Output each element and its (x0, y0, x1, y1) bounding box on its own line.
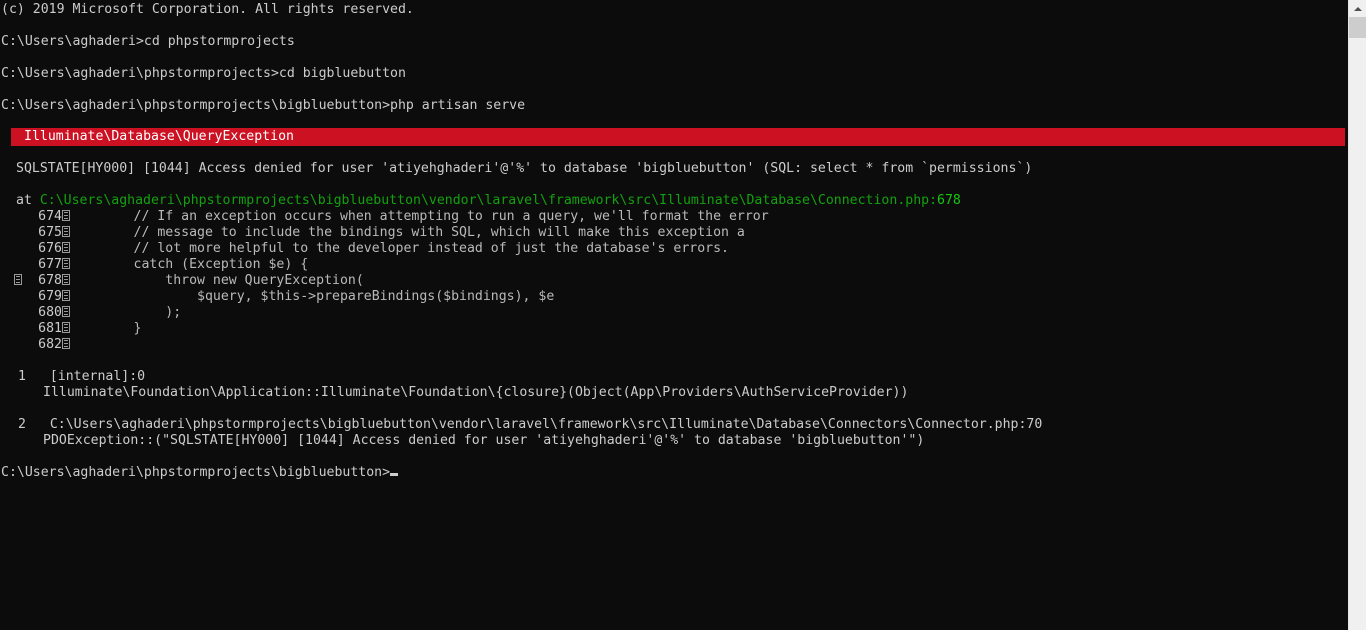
missing-glyph-box-icon (62, 258, 70, 269)
text-cursor (390, 473, 399, 476)
command-text-2: cd bigbluebutton (278, 66, 406, 81)
stack-frame-index: 2 (18, 417, 26, 432)
exception-at-line: at C:\Users\aghaderi\phpstormprojects\bi… (16, 193, 961, 209)
code-line-number: 681 (38, 321, 62, 336)
missing-glyph-box-icon (62, 322, 70, 333)
active-prompt-line[interactable]: C:\Users\aghaderi\phpstormprojects\bigbl… (0, 465, 399, 481)
exception-banner: Illuminate\Database\QueryException (11, 128, 1345, 146)
stack-frame-2-detail: PDOException::("SQLSTATE[HY000] [1044] A… (43, 433, 925, 448)
copyright-line: (c) 2019 Microsoft Corporation. All righ… (1, 2, 414, 17)
active-prompt-text: C:\Users\aghaderi\phpstormprojects\bigbl… (1, 465, 391, 480)
current-line-marker-icon (14, 273, 22, 289)
vertical-scrollbar[interactable] (1348, 0, 1366, 630)
chevron-up-icon (1354, 6, 1362, 11)
code-row-676: 676 // lot more helpful to the developer… (0, 241, 729, 257)
code-row-674: 674 // If an exception occurs when attem… (0, 209, 769, 225)
stack-frame-index: 1 (18, 369, 26, 384)
code-line-number: 676 (38, 241, 62, 256)
prompt-1: C:\Users\aghaderi> (1, 34, 144, 49)
code-row-678-highlighted: 678 throw new QueryException( (0, 273, 364, 289)
code-line-text: $query, $this->prepareBindings($bindings… (70, 289, 555, 304)
at-line-separator: : (929, 193, 938, 208)
code-line-number: 677 (38, 257, 62, 272)
code-line-number: 680 (38, 305, 62, 320)
stack-frame-2: 2 C:\Users\aghaderi\phpstormprojects\big… (0, 417, 1042, 433)
code-line-number: 682 (38, 337, 62, 352)
missing-glyph-box-icon (62, 274, 70, 285)
command-line-3: C:\Users\aghaderi\phpstormprojects\bigbl… (0, 98, 525, 114)
command-text-1: cd phpstormprojects (143, 34, 295, 49)
scrollbar-up-button[interactable] (1349, 0, 1366, 17)
missing-glyph-box-icon (62, 338, 70, 349)
code-row-679: 679 $query, $this->prepareBindings($bind… (0, 289, 554, 305)
code-line-text: // lot more helpful to the developer ins… (70, 241, 729, 256)
terminal-window: (c) 2019 Microsoft Corporation. All righ… (0, 0, 1366, 630)
command-line-1: C:\Users\aghaderi>cd phpstormprojects (0, 34, 295, 50)
code-line-text: throw new QueryException( (70, 273, 364, 288)
code-line-text: ); (70, 305, 182, 320)
code-row-675: 675 // message to include the bindings w… (0, 225, 745, 241)
missing-glyph-box-icon (62, 226, 70, 237)
code-row-682: 682 (0, 337, 70, 353)
stack-frame-1: 1 [internal]:0 (0, 369, 145, 385)
scrollbar-thumb[interactable] (1349, 17, 1366, 38)
missing-glyph-box-icon (62, 290, 70, 301)
code-row-681: 681 } (0, 321, 141, 337)
exception-message: SQLSTATE[HY000] [1044] Access denied for… (16, 161, 1033, 176)
code-line-text: catch (Exception $e) { (70, 257, 309, 272)
code-line-text: // If an exception occurs when attemptin… (70, 209, 769, 224)
missing-glyph-box-icon (62, 242, 70, 253)
prompt-3: C:\Users\aghaderi\phpstormprojects\bigbl… (1, 98, 391, 113)
code-line-number: 674 (38, 209, 62, 224)
code-line-number: 675 (38, 225, 62, 240)
console-output-surface[interactable]: (c) 2019 Microsoft Corporation. All righ… (0, 0, 1348, 630)
code-line-text: } (70, 321, 142, 336)
stack-frame-location[interactable]: C:\Users\aghaderi\phpstormprojects\bigbl… (50, 417, 1042, 432)
code-line-number: 679 (38, 289, 62, 304)
exception-banner-label: Illuminate\Database\QueryException (24, 129, 294, 144)
missing-glyph-box-icon (62, 306, 70, 317)
stack-frame-1-detail: Illuminate\Foundation\Application::Illum… (43, 385, 909, 400)
prompt-2: C:\Users\aghaderi\phpstormprojects> (1, 66, 279, 81)
missing-glyph-box-icon (62, 210, 70, 221)
command-line-2: C:\Users\aghaderi\phpstormprojects>cd bi… (0, 66, 406, 82)
code-row-680: 680 ); (0, 305, 181, 321)
code-line-text: // message to include the bindings with … (70, 225, 745, 240)
code-row-677: 677 catch (Exception $e) { (0, 257, 308, 273)
scrollbar-track[interactable] (1349, 38, 1366, 630)
command-text-3: php artisan serve (390, 98, 526, 113)
stack-frame-location[interactable]: [internal]:0 (50, 369, 145, 384)
at-file-path[interactable]: C:\Users\aghaderi\phpstormprojects\bigbl… (40, 193, 929, 208)
at-line-number: 678 (937, 193, 961, 208)
at-keyword: at (16, 193, 32, 208)
code-line-number: 678 (38, 273, 62, 288)
